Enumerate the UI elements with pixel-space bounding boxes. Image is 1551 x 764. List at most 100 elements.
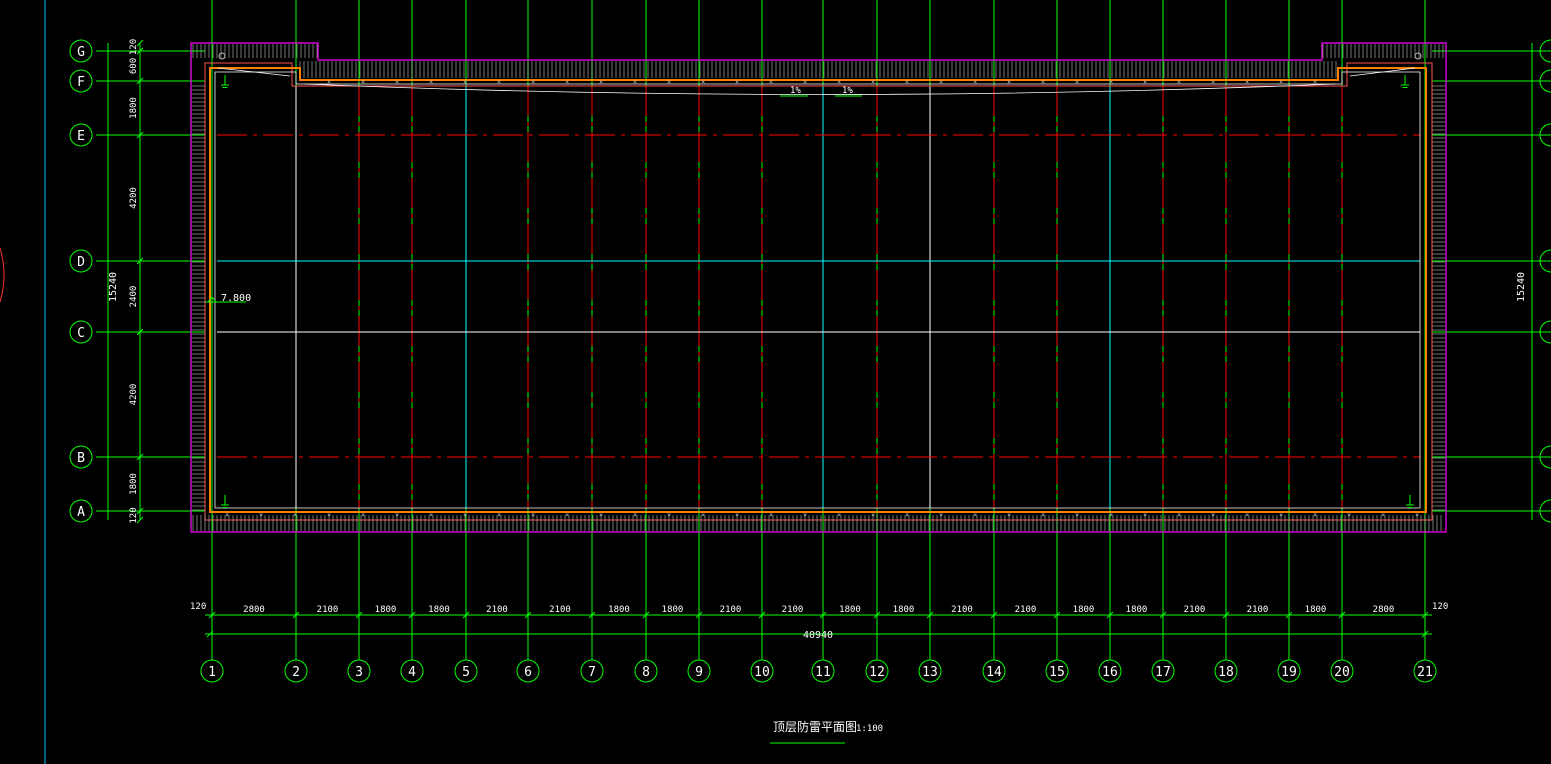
support-mark: × [803, 78, 807, 86]
canvas-background [0, 0, 1551, 764]
column-spacing-label: 2100 [1184, 605, 1206, 615]
column-spacing-label: 2100 [1015, 605, 1037, 615]
support-mark: × [327, 78, 331, 86]
support-mark: × [1007, 78, 1011, 86]
row-spacing-label: 120 [129, 507, 139, 523]
edge-offset-right: 120 [1432, 602, 1448, 612]
support-mark: × [769, 78, 773, 86]
support-mark: × [1075, 511, 1079, 519]
support-mark: × [293, 511, 297, 519]
support-mark: × [735, 78, 739, 86]
column-spacing-label: 2100 [549, 605, 571, 615]
support-mark: × [361, 78, 365, 86]
bubble-label: G [77, 45, 85, 60]
bubble-label: D [77, 255, 85, 270]
bubble-label: 19 [1281, 665, 1297, 680]
support-mark: × [395, 511, 399, 519]
edge-offset-left: 120 [190, 602, 206, 612]
row-spacing-label: 600 [129, 58, 139, 74]
support-mark: × [1041, 511, 1045, 519]
support-mark: × [1245, 78, 1249, 86]
support-mark: × [599, 511, 603, 519]
support-mark: × [1211, 78, 1215, 86]
support-mark: × [1381, 511, 1385, 519]
support-mark: × [361, 511, 365, 519]
support-mark: × [1313, 511, 1317, 519]
bubble-label: 7 [588, 665, 596, 680]
support-mark: × [837, 78, 841, 86]
drawing-scale: 1:100 [856, 724, 883, 734]
column-spacing-label: 1800 [1126, 605, 1148, 615]
support-mark: × [667, 78, 671, 86]
bubble-label: 18 [1218, 665, 1234, 680]
support-mark: × [871, 511, 875, 519]
row-spacing-label: 2400 [129, 286, 139, 308]
bubble-label: 14 [986, 665, 1002, 680]
support-mark: × [1177, 511, 1181, 519]
bubble-label: 10 [754, 665, 770, 680]
column-spacing-label: 1800 [608, 605, 630, 615]
support-mark: × [973, 78, 977, 86]
support-mark: × [905, 78, 909, 86]
support-mark: × [803, 511, 807, 519]
support-mark: × [1279, 511, 1283, 519]
bubble-label: 15 [1049, 665, 1065, 680]
support-mark: × [429, 78, 433, 86]
support-mark: × [939, 78, 943, 86]
column-spacing-label: 2100 [486, 605, 508, 615]
support-mark: × [701, 78, 705, 86]
support-mark: × [599, 78, 603, 86]
bubble-label: 1 [208, 665, 216, 680]
slope-label-right: 1% [842, 86, 853, 96]
cad-drawing-canvas[interactable]: × × × × × × × × × × × × × × × × × × × × × × × × × × × × × × × × × × × × × × × ×… [0, 0, 1551, 764]
bubble-label: 16 [1102, 665, 1118, 680]
bubble-label: C [77, 326, 85, 341]
elevation-label: 7.800 [221, 293, 251, 304]
support-mark: × [769, 511, 773, 519]
support-mark: × [1347, 511, 1351, 519]
bubble-label: 3 [355, 665, 363, 680]
support-mark: × [1211, 511, 1215, 519]
support-mark: × [1007, 511, 1011, 519]
support-mark: × [939, 511, 943, 519]
bubble-label: 12 [869, 665, 885, 680]
bubble-label: 20 [1334, 665, 1350, 680]
support-mark: × [497, 511, 501, 519]
support-mark: × [531, 78, 535, 86]
column-spacing-label: 1800 [839, 605, 861, 615]
support-mark: × [259, 511, 263, 519]
overall-width-dim: 40940 [803, 630, 833, 641]
support-mark: × [1041, 78, 1045, 86]
row-spacing-label: 4200 [129, 384, 139, 406]
column-spacing-label: 1800 [1073, 605, 1095, 615]
support-mark: × [735, 511, 739, 519]
slope-label-left: 1% [790, 86, 801, 96]
column-spacing-label: 1800 [428, 605, 450, 615]
support-mark: × [1177, 78, 1181, 86]
bubble-label: 13 [922, 665, 938, 680]
support-mark: × [463, 78, 467, 86]
support-mark: × [871, 78, 875, 86]
support-mark: × [497, 78, 501, 86]
support-mark: × [1143, 78, 1147, 86]
support-mark: × [463, 511, 467, 519]
column-spacing-label: 2100 [317, 605, 339, 615]
column-spacing-label: 1800 [375, 605, 397, 615]
column-spacing-label: 1800 [662, 605, 684, 615]
bubble-label: 2 [292, 665, 300, 680]
support-mark: × [565, 511, 569, 519]
column-spacing-label: 1800 [893, 605, 915, 615]
bubble-label: E [77, 129, 85, 144]
bubble-label: 21 [1417, 665, 1433, 680]
support-mark: × [633, 511, 637, 519]
support-mark: × [531, 511, 535, 519]
bubble-label: 5 [462, 665, 470, 680]
column-spacing-label: 2100 [782, 605, 804, 615]
support-mark: × [565, 78, 569, 86]
bubble-label: F [77, 75, 85, 90]
support-mark: × [225, 511, 229, 519]
bubble-label: 4 [408, 665, 416, 680]
support-mark: × [1245, 511, 1249, 519]
support-mark: × [1313, 78, 1317, 86]
row-spacing-label: 120 [129, 39, 139, 55]
